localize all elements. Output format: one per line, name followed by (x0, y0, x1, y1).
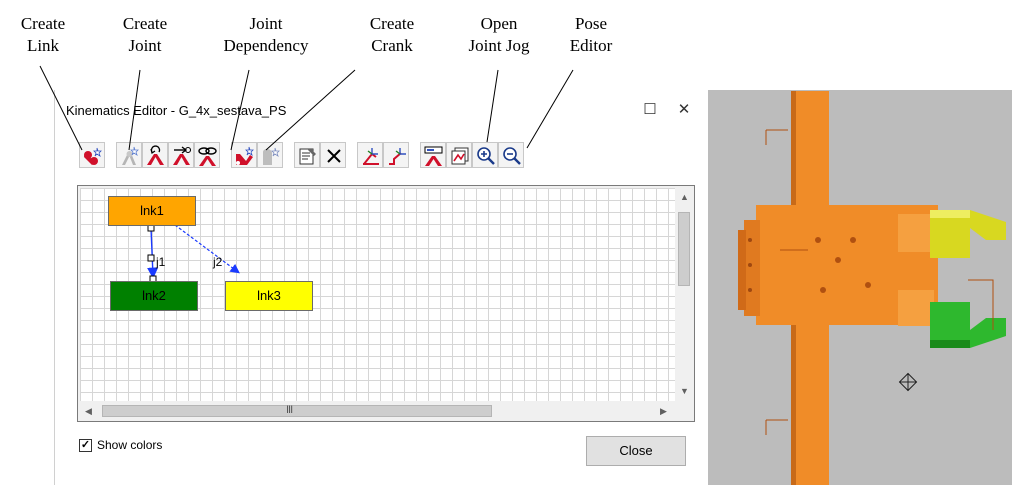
revolute-joint-icon (147, 145, 164, 165)
callout-create-crank: Create Crank (369, 14, 415, 55)
scroll-up-arrow[interactable]: ▲ (680, 192, 689, 202)
callout-pose-editor: Pose Editor (569, 14, 613, 55)
create-link-button[interactable] (79, 142, 105, 168)
set-base-button[interactable] (357, 142, 383, 168)
prismatic-joint-icon (173, 146, 192, 165)
joint-label-j2[interactable]: j2 (213, 255, 222, 269)
kinematics-graph-canvas: lnk1 lnk2 lnk3 j1 j2 ▲ ▼ ◀ III ▶ (77, 185, 695, 422)
pose-editor-icon (451, 147, 469, 165)
graph-grid[interactable]: lnk1 lnk2 lnk3 j1 j2 (80, 188, 675, 401)
base-icon (363, 148, 379, 165)
callout-joint-dependency: Joint Dependency (223, 14, 309, 55)
maximize-button[interactable]: ☐ (638, 98, 662, 122)
delete-button[interactable] (320, 142, 346, 168)
link-icon (84, 147, 102, 165)
link-node-lnk2[interactable]: lnk2 (110, 281, 198, 311)
joint-dependency-button[interactable] (194, 142, 220, 168)
toolbar (79, 142, 719, 172)
scroll-grip: III (286, 404, 293, 416)
zoom-out-button[interactable] (498, 142, 524, 168)
horizontal-scrollbar[interactable]: ◀ III ▶ (80, 403, 675, 420)
zoom-in-button[interactable] (472, 142, 498, 168)
callout-create-joint: Create Joint (122, 14, 168, 55)
handle-mid[interactable] (147, 254, 155, 262)
scroll-left-arrow[interactable]: ◀ (85, 406, 92, 417)
create-crank-button[interactable] (231, 142, 257, 168)
vertical-scrollbar[interactable]: ▲ ▼ (676, 188, 693, 401)
kinematics-editor-dialog: Kinematics Editor - G_4x_sestava_PS ☐ ✕ (54, 90, 709, 485)
tool-icon (389, 148, 406, 165)
properties-icon (299, 148, 316, 165)
title-bar: Kinematics Editor - G_4x_sestava_PS ☐ ✕ (55, 90, 709, 130)
vertical-scroll-thumb[interactable] (678, 212, 690, 286)
show-colors-label: Show colors (97, 438, 163, 452)
joint-icon (122, 146, 139, 165)
open-joint-jog-button[interactable] (420, 142, 446, 168)
graphic-viewer[interactable] (708, 90, 1012, 485)
zoom-in-icon (477, 147, 495, 165)
joint-label-j1[interactable]: j1 (156, 255, 165, 269)
gripper-model (738, 91, 1006, 485)
edge-j1-line (147, 227, 159, 279)
pose-editor-button[interactable] (446, 142, 472, 168)
zoom-out-icon (503, 147, 521, 165)
create-cam-button[interactable] (257, 142, 283, 168)
show-colors-checkbox[interactable]: ✓ (79, 439, 92, 452)
callout-create-link: Create Link (20, 14, 66, 55)
window-close-button[interactable]: ✕ (672, 98, 696, 122)
joint-dependency-icon (198, 147, 217, 166)
properties-button[interactable] (294, 142, 320, 168)
cam-icon (263, 147, 280, 165)
scroll-down-arrow[interactable]: ▼ (680, 386, 689, 396)
crank-icon (236, 146, 254, 165)
revolute-joint-button[interactable] (142, 142, 168, 168)
horizontal-scroll-thumb[interactable]: III (102, 404, 492, 417)
link-node-lnk3[interactable]: lnk3 (225, 281, 313, 311)
edge-j2-line (174, 224, 240, 274)
create-joint-button[interactable] (116, 142, 142, 168)
joint-jog-icon (424, 146, 443, 166)
dialog-title: Kinematics Editor - G_4x_sestava_PS (66, 103, 287, 118)
link-node-lnk1[interactable]: lnk1 (108, 196, 196, 226)
prismatic-joint-button[interactable] (168, 142, 194, 168)
scroll-right-arrow[interactable]: ▶ (660, 406, 667, 417)
navigation-cursor-icon (898, 372, 918, 392)
set-tool-button[interactable] (383, 142, 409, 168)
delete-icon (327, 149, 341, 163)
close-button[interactable]: Close (586, 436, 686, 466)
